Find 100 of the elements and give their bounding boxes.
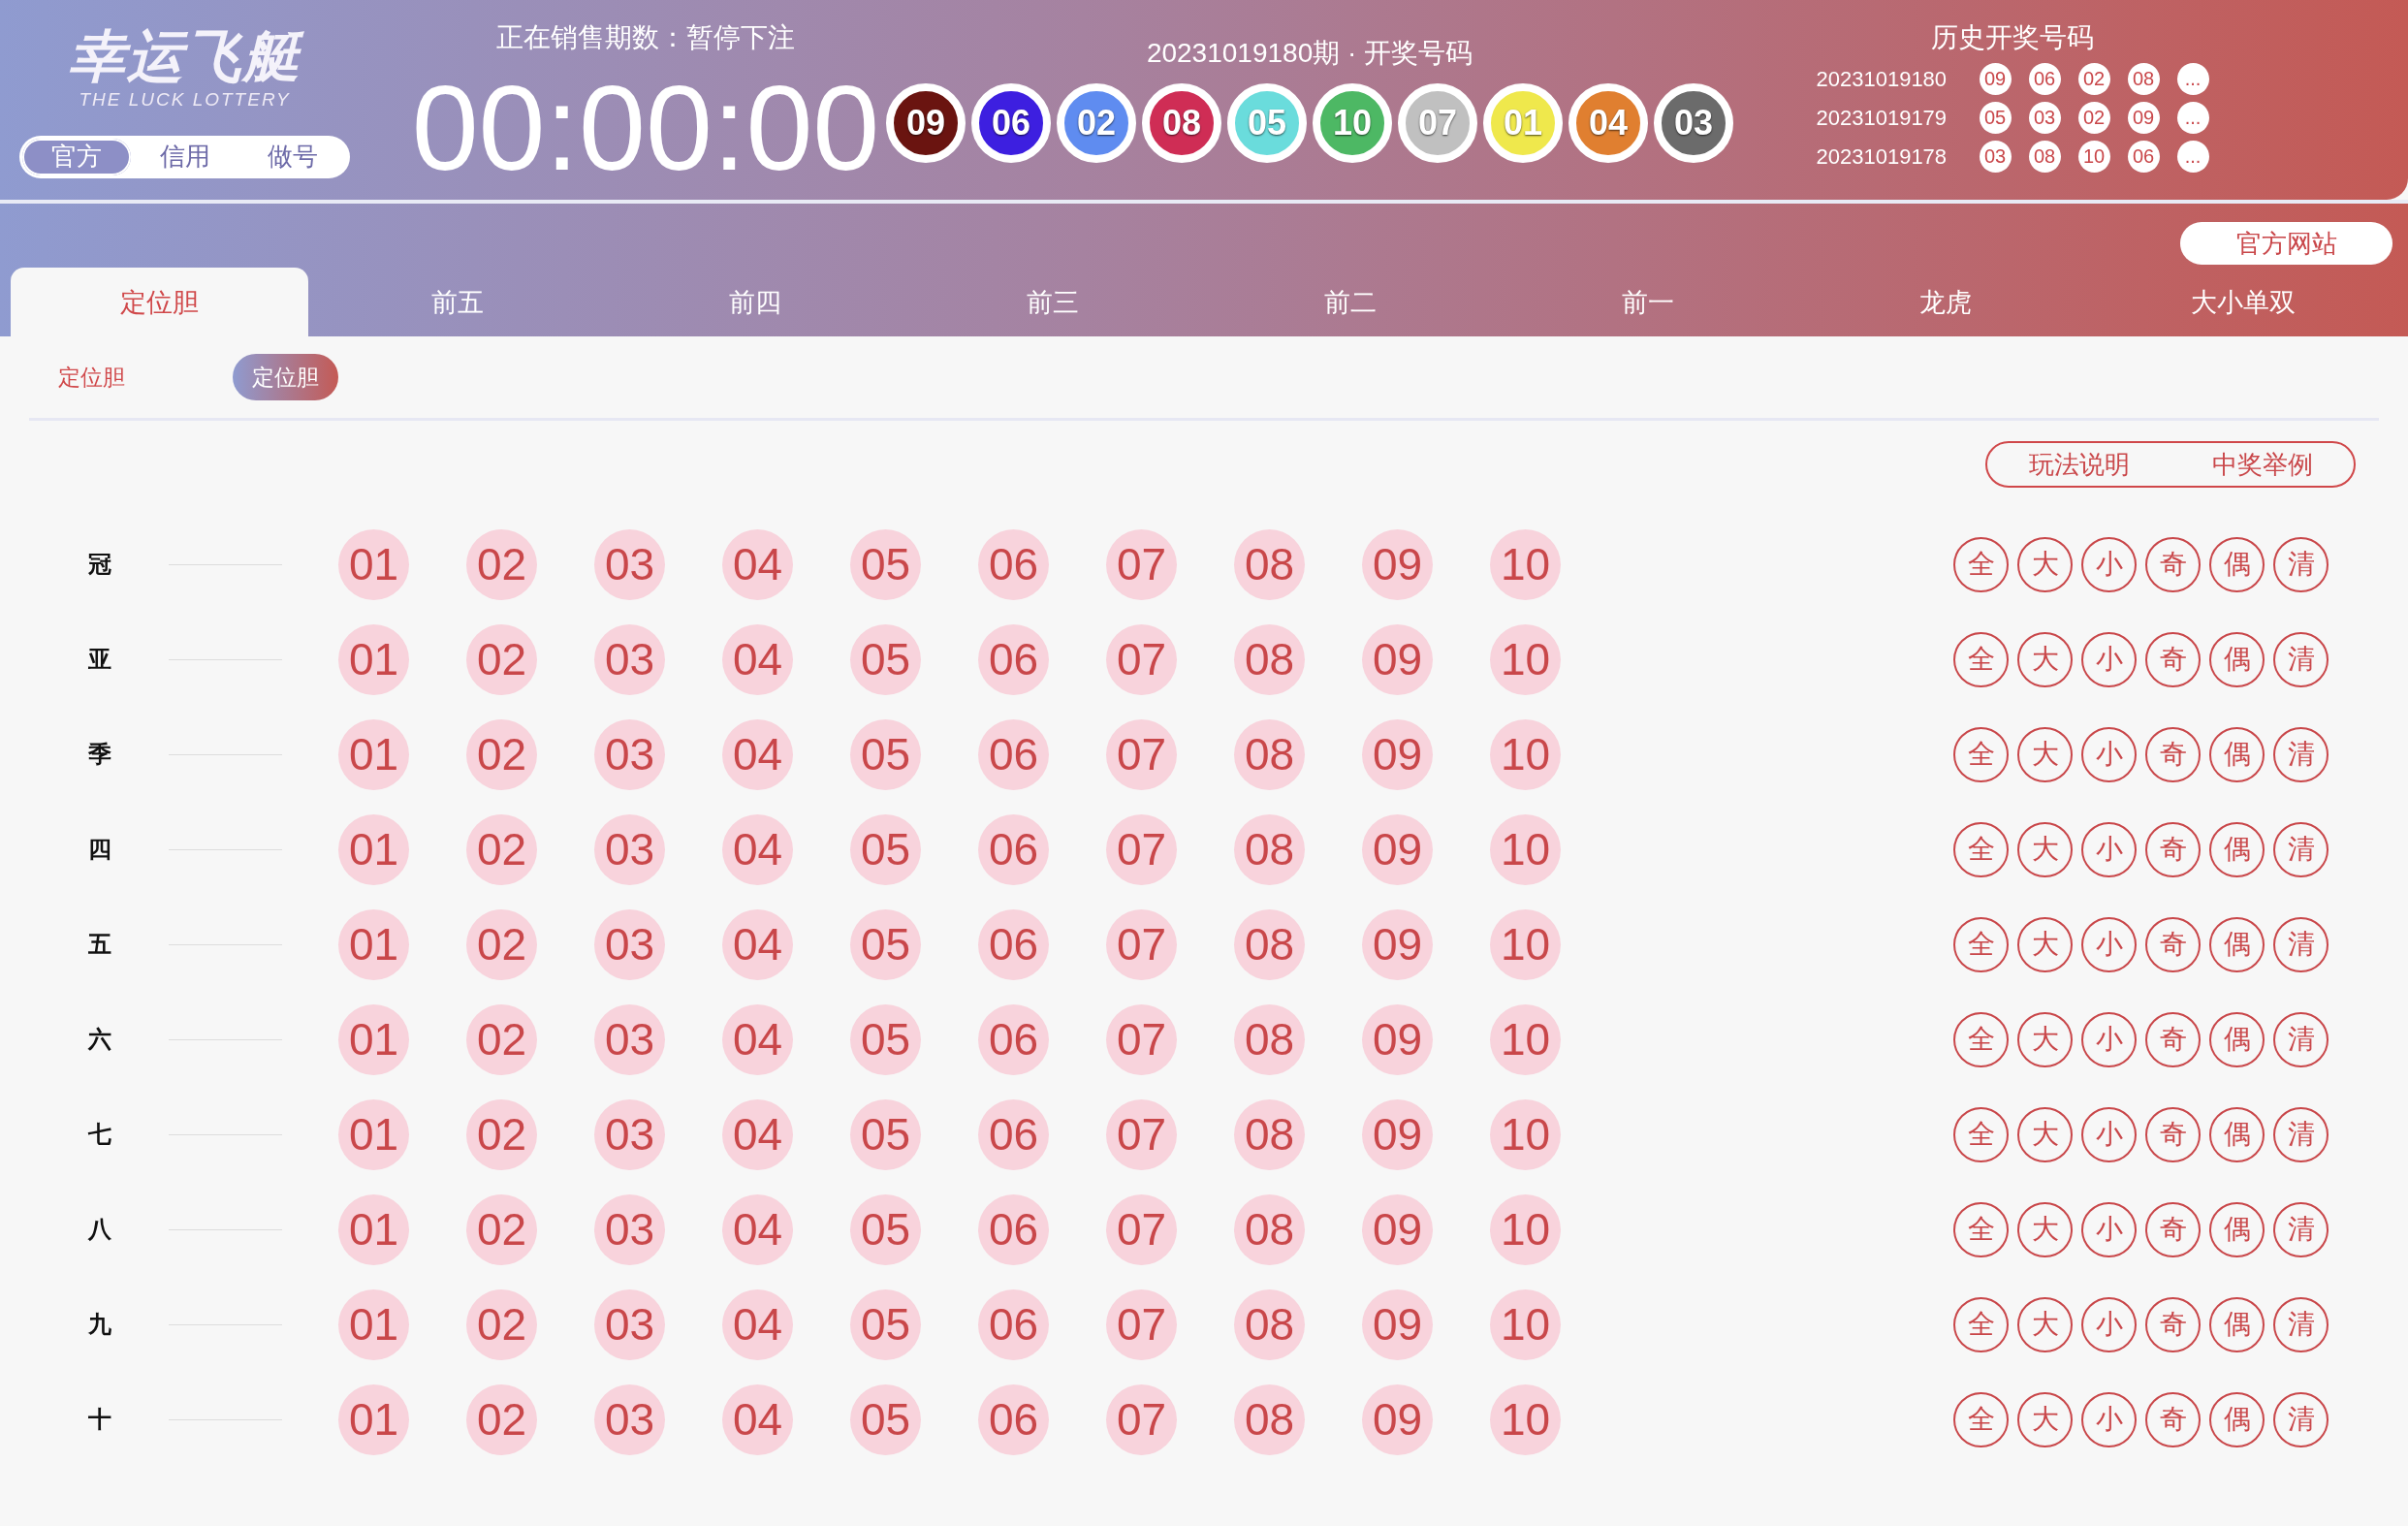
quick-select-button[interactable]: 清	[2273, 726, 2329, 782]
number-ball[interactable]: 05	[850, 1193, 921, 1265]
quick-select-button[interactable]: 奇	[2145, 1106, 2201, 1162]
number-ball[interactable]: 05	[850, 1288, 921, 1360]
number-ball[interactable]: 08	[1234, 1193, 1305, 1265]
number-ball[interactable]: 02	[466, 623, 537, 695]
quick-select-button[interactable]: 大	[2017, 726, 2073, 782]
mode-tab[interactable]: 做号	[238, 138, 347, 175]
number-ball[interactable]: 01	[338, 623, 409, 695]
number-ball[interactable]: 01	[338, 908, 409, 980]
number-ball[interactable]: 06	[978, 1193, 1049, 1265]
number-ball[interactable]: 07	[1106, 623, 1177, 695]
quick-select-button[interactable]: 偶	[2209, 916, 2265, 972]
number-ball[interactable]: 06	[978, 1288, 1049, 1360]
number-ball[interactable]: 06	[978, 813, 1049, 885]
quick-select-button[interactable]: 全	[1953, 821, 2009, 877]
play-tab[interactable]: 前一	[1499, 268, 1796, 336]
number-ball[interactable]: 01	[338, 1383, 409, 1455]
number-ball[interactable]: 05	[850, 623, 921, 695]
quick-select-button[interactable]: 奇	[2145, 631, 2201, 687]
number-ball[interactable]: 06	[978, 623, 1049, 695]
quick-select-button[interactable]: 大	[2017, 1391, 2073, 1447]
mode-tab[interactable]: 信用	[130, 138, 239, 175]
number-ball[interactable]: 04	[722, 1383, 793, 1455]
number-ball[interactable]: 09	[1362, 1288, 1433, 1360]
quick-select-button[interactable]: 偶	[2209, 1011, 2265, 1067]
number-ball[interactable]: 08	[1234, 1003, 1305, 1075]
number-ball[interactable]: 09	[1362, 1383, 1433, 1455]
number-ball[interactable]: 06	[978, 1003, 1049, 1075]
quick-select-button[interactable]: 偶	[2209, 726, 2265, 782]
number-ball[interactable]: 02	[466, 1383, 537, 1455]
number-ball[interactable]: 05	[850, 813, 921, 885]
quick-select-button[interactable]: 奇	[2145, 1201, 2201, 1257]
number-ball[interactable]: 06	[978, 1383, 1049, 1455]
number-ball[interactable]: 06	[978, 908, 1049, 980]
number-ball[interactable]: 01	[338, 528, 409, 600]
number-ball[interactable]: 08	[1234, 528, 1305, 600]
number-ball[interactable]: 01	[338, 813, 409, 885]
number-ball[interactable]: 03	[594, 813, 665, 885]
number-ball[interactable]: 10	[1490, 528, 1561, 600]
quick-select-button[interactable]: 奇	[2145, 726, 2201, 782]
number-ball[interactable]: 06	[978, 718, 1049, 790]
quick-select-button[interactable]: 偶	[2209, 1391, 2265, 1447]
number-ball[interactable]: 03	[594, 528, 665, 600]
quick-select-button[interactable]: 全	[1953, 536, 2009, 592]
quick-select-button[interactable]: 小	[2081, 631, 2137, 687]
play-tab[interactable]: 大小单双	[2094, 268, 2392, 336]
quick-select-button[interactable]: 小	[2081, 1011, 2137, 1067]
number-ball[interactable]: 01	[338, 718, 409, 790]
number-ball[interactable]: 01	[338, 1098, 409, 1170]
number-ball[interactable]: 08	[1234, 1098, 1305, 1170]
number-ball[interactable]: 02	[466, 1193, 537, 1265]
number-ball[interactable]: 03	[594, 908, 665, 980]
number-ball[interactable]: 10	[1490, 908, 1561, 980]
number-ball[interactable]: 02	[466, 718, 537, 790]
number-ball[interactable]: 05	[850, 1003, 921, 1075]
quick-select-button[interactable]: 偶	[2209, 1106, 2265, 1162]
quick-select-button[interactable]: 大	[2017, 536, 2073, 592]
quick-select-button[interactable]: 小	[2081, 1391, 2137, 1447]
number-ball[interactable]: 09	[1362, 1098, 1433, 1170]
number-ball[interactable]: 07	[1106, 908, 1177, 980]
quick-select-button[interactable]: 大	[2017, 1011, 2073, 1067]
quick-select-button[interactable]: 奇	[2145, 536, 2201, 592]
number-ball[interactable]: 04	[722, 1193, 793, 1265]
quick-select-button[interactable]: 清	[2273, 1296, 2329, 1352]
number-ball[interactable]: 09	[1362, 1003, 1433, 1075]
play-tab[interactable]: 前四	[606, 268, 903, 336]
number-ball[interactable]: 04	[722, 528, 793, 600]
mode-tab[interactable]: 官方	[22, 138, 131, 175]
number-ball[interactable]: 04	[722, 1288, 793, 1360]
number-ball[interactable]: 09	[1362, 528, 1433, 600]
number-ball[interactable]: 10	[1490, 1003, 1561, 1075]
number-ball[interactable]: 07	[1106, 1383, 1177, 1455]
number-ball[interactable]: 05	[850, 1383, 921, 1455]
quick-select-button[interactable]: 清	[2273, 1106, 2329, 1162]
play-tab[interactable]: 前三	[903, 268, 1201, 336]
number-ball[interactable]: 02	[466, 528, 537, 600]
number-ball[interactable]: 01	[338, 1288, 409, 1360]
number-ball[interactable]: 08	[1234, 1383, 1305, 1455]
number-ball[interactable]: 03	[594, 1383, 665, 1455]
help-button[interactable]: 中奖举例	[2170, 443, 2354, 486]
number-ball[interactable]: 04	[722, 1003, 793, 1075]
number-ball[interactable]: 03	[594, 1098, 665, 1170]
quick-select-button[interactable]: 小	[2081, 536, 2137, 592]
number-ball[interactable]: 02	[466, 1003, 537, 1075]
number-ball[interactable]: 02	[466, 1098, 537, 1170]
quick-select-button[interactable]: 清	[2273, 916, 2329, 972]
number-ball[interactable]: 02	[466, 813, 537, 885]
number-ball[interactable]: 07	[1106, 1098, 1177, 1170]
quick-select-button[interactable]: 大	[2017, 1106, 2073, 1162]
number-ball[interactable]: 06	[978, 1098, 1049, 1170]
quick-select-button[interactable]: 清	[2273, 821, 2329, 877]
quick-select-button[interactable]: 偶	[2209, 821, 2265, 877]
number-ball[interactable]: 10	[1490, 1193, 1561, 1265]
number-ball[interactable]: 09	[1362, 718, 1433, 790]
quick-select-button[interactable]: 全	[1953, 916, 2009, 972]
quick-select-button[interactable]: 全	[1953, 1011, 2009, 1067]
quick-select-button[interactable]: 全	[1953, 726, 2009, 782]
number-ball[interactable]: 05	[850, 908, 921, 980]
number-ball[interactable]: 07	[1106, 1193, 1177, 1265]
